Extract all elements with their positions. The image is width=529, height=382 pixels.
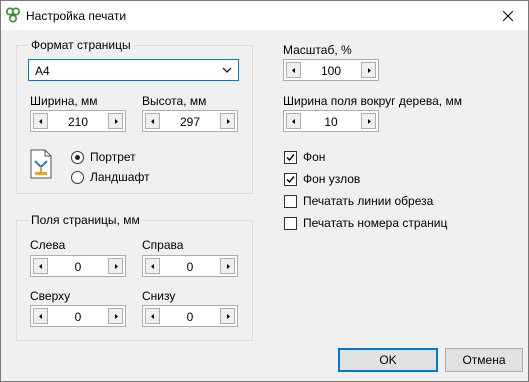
- margin-left-stepper[interactable]: 0: [30, 255, 126, 277]
- scale-label: Масштаб, %: [283, 43, 352, 57]
- print-page-numbers-checkbox[interactable]: [284, 217, 297, 230]
- margin-top-stepper[interactable]: 0: [30, 305, 126, 327]
- margin-left-increment-button[interactable]: [108, 258, 123, 274]
- arrow-right-icon: [115, 119, 118, 124]
- height-label: Высота, мм: [142, 94, 207, 108]
- print-crop-lines-label[interactable]: Печатать линии обреза: [303, 194, 433, 208]
- page-orientation-icon: [30, 149, 52, 179]
- arrow-right-icon: [227, 314, 230, 319]
- arrow-right-icon: [368, 68, 371, 73]
- checkmark-icon: [286, 154, 295, 162]
- width-label: Ширина, мм: [30, 94, 98, 108]
- margin-right-stepper[interactable]: 0: [142, 255, 238, 277]
- width-increment-button[interactable]: [108, 113, 123, 129]
- width-stepper[interactable]: 210: [30, 110, 126, 132]
- scale-increment-button[interactable]: [361, 62, 376, 78]
- margin-right-increment-button[interactable]: [220, 258, 235, 274]
- arrow-right-icon: [227, 264, 230, 269]
- landscape-radio[interactable]: [71, 171, 84, 184]
- arrow-right-icon: [115, 314, 118, 319]
- arrow-right-icon: [227, 119, 230, 124]
- cancel-button[interactable]: Отмена: [445, 348, 523, 372]
- paper-size-select[interactable]: A4: [28, 59, 239, 81]
- background-checkbox[interactable]: [284, 151, 297, 164]
- print-crop-lines-checkbox[interactable]: [284, 195, 297, 208]
- tree-margin-stepper[interactable]: 10: [283, 110, 379, 132]
- landscape-label[interactable]: Ландшафт: [90, 170, 150, 184]
- height-stepper[interactable]: 297: [142, 110, 238, 132]
- tree-app-icon: [5, 7, 21, 23]
- close-button[interactable]: [488, 1, 528, 30]
- margin-left-label: Слева: [30, 238, 66, 252]
- margin-top-increment-button[interactable]: [108, 308, 123, 324]
- margin-bottom-label: Снизу: [142, 289, 176, 303]
- node-background-label[interactable]: Фон узлов: [303, 172, 360, 186]
- tree-margin-increment-button[interactable]: [361, 113, 376, 129]
- scale-stepper[interactable]: 100: [283, 59, 379, 81]
- title-bar: Настройка печати: [1, 1, 528, 30]
- background-label[interactable]: Фон: [303, 150, 325, 164]
- portrait-radio[interactable]: [71, 151, 84, 164]
- margin-bottom-stepper[interactable]: 0: [142, 305, 238, 327]
- checkmark-icon: [286, 176, 295, 184]
- radio-selected-dot: [75, 155, 80, 160]
- print-settings-dialog: Настройка печати Формат страницы A4 Шири…: [0, 0, 529, 382]
- margin-right-label: Справа: [142, 238, 184, 252]
- height-increment-button[interactable]: [220, 113, 235, 129]
- print-page-numbers-label[interactable]: Печатать номера страниц: [303, 216, 447, 230]
- ok-button[interactable]: OK: [338, 348, 438, 372]
- arrow-right-icon: [115, 264, 118, 269]
- close-icon: [503, 10, 513, 21]
- paper-size-value: A4: [35, 64, 50, 78]
- portrait-label[interactable]: Портрет: [90, 150, 136, 164]
- arrow-right-icon: [368, 119, 371, 124]
- page-format-legend: Формат страницы: [29, 38, 133, 52]
- margin-top-label: Сверху: [30, 289, 71, 303]
- margin-bottom-increment-button[interactable]: [220, 308, 235, 324]
- tree-margin-label: Ширина поля вокруг дерева, мм: [283, 94, 462, 108]
- page-margins-legend: Поля страницы, мм: [29, 213, 142, 227]
- node-background-checkbox[interactable]: [284, 173, 297, 186]
- window-title: Настройка печати: [26, 9, 127, 23]
- chevron-down-icon: [222, 67, 232, 73]
